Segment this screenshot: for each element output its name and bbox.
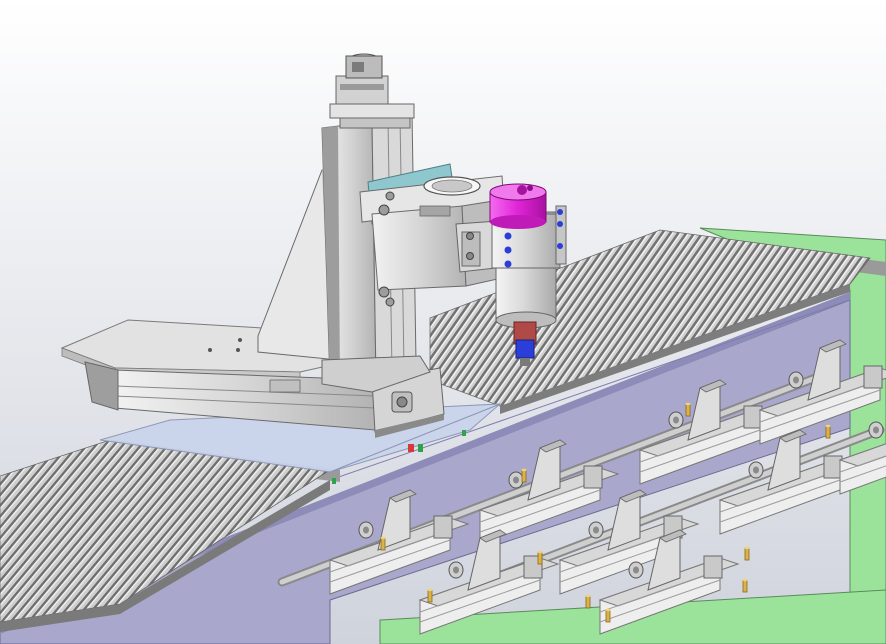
brass-pin bbox=[537, 550, 543, 565]
cad-viewport[interactable] bbox=[0, 0, 886, 644]
brass-pin bbox=[427, 588, 433, 603]
brass-pin bbox=[685, 402, 691, 417]
brass-pin bbox=[380, 536, 386, 551]
fastener-icon bbox=[504, 232, 512, 240]
brass-pin bbox=[825, 424, 831, 439]
brass-pin bbox=[605, 608, 611, 623]
brass-pin bbox=[742, 578, 748, 593]
cnc-router-model bbox=[0, 0, 886, 644]
brass-pin bbox=[521, 468, 527, 483]
carriage-block-front bbox=[371, 205, 467, 291]
brass-pin bbox=[744, 546, 750, 561]
brass-pin bbox=[585, 594, 591, 609]
